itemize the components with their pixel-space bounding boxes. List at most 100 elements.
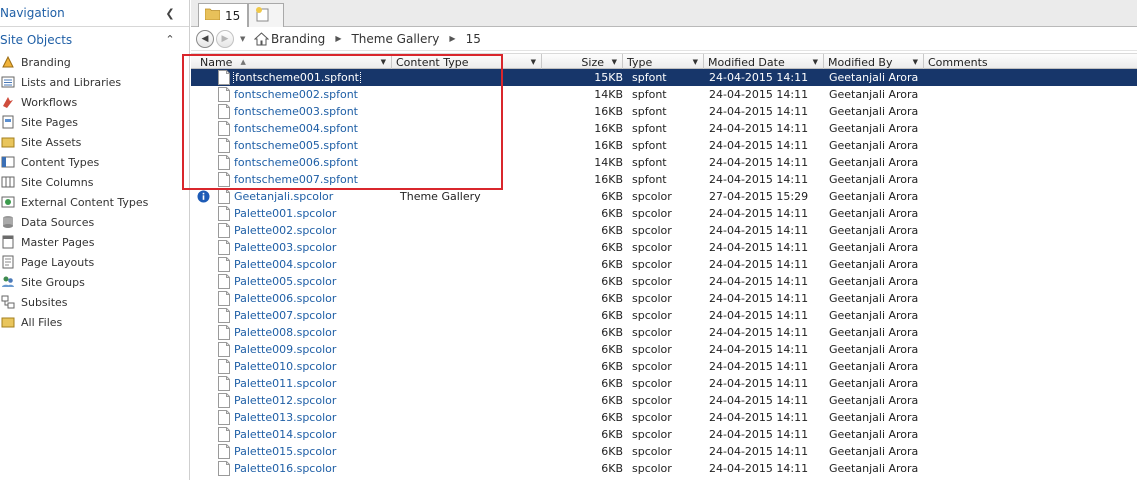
file-name-link[interactable]: fontscheme001.spfont <box>233 71 361 84</box>
sidebar-item-site-columns[interactable]: Site Columns <box>0 172 189 192</box>
breadcrumb-15[interactable]: 15 <box>466 32 481 46</box>
file-name-link[interactable]: Palette009.spcolor <box>233 343 337 356</box>
file-name: fontscheme004.spfont <box>233 122 399 135</box>
column-header-content-type[interactable]: Content Type ▼ <box>392 54 542 70</box>
file-name-link[interactable]: Palette004.spcolor <box>233 258 337 271</box>
column-header-modified-by[interactable]: Modified By ▼ <box>824 54 924 70</box>
table-row[interactable]: Palette004.spcolor 6KB spcolor 24-04-2015 1… <box>191 256 1137 273</box>
file-name-link[interactable]: Palette016.spcolor <box>233 462 337 475</box>
table-row[interactable]: fontscheme002.spfont 14KB spfont 24-04-2015… <box>191 86 1137 103</box>
column-header-size[interactable]: Size ▼ <box>542 54 623 70</box>
table-row[interactable]: Palette006.spcolor 6KB spcolor 24-04-2015 1… <box>191 290 1137 307</box>
file-name: Palette006.spcolor <box>233 292 399 305</box>
type-cell: spfont <box>632 122 667 135</box>
column-header-comments[interactable]: Comments <box>924 54 1137 70</box>
collapse-navigation-chevron-left-icon[interactable]: ❮ <box>163 6 177 20</box>
file-name-link[interactable]: Palette003.spcolor <box>233 241 337 254</box>
filter-dropdown-icon[interactable]: ▼ <box>381 58 386 66</box>
table-row[interactable]: Geetanjali.spcolor Theme Gallery 6KB spcolo… <box>191 188 1137 205</box>
collapse-site-objects-chevron-up-icon[interactable]: ⌃ <box>163 33 177 47</box>
file-name-link[interactable]: Palette002.spcolor <box>233 224 337 237</box>
table-row[interactable]: Palette014.spcolor 6KB spcolor 24-04-2015 1… <box>191 426 1137 443</box>
filter-dropdown-icon[interactable]: ▼ <box>813 58 818 66</box>
file-name-link[interactable]: fontscheme003.spfont <box>233 105 359 118</box>
table-row[interactable]: Palette015.spcolor 6KB spcolor 24-04-2015 1… <box>191 443 1137 460</box>
size-cell: 6KB <box>601 326 623 339</box>
sidebar-item-all-files[interactable]: All Files <box>0 312 189 332</box>
table-row[interactable]: Palette008.spcolor 6KB spcolor 24-04-2015 1… <box>191 324 1137 341</box>
table-row[interactable]: fontscheme007.spfont 16KB spfont 24-04-2015… <box>191 171 1137 188</box>
table-row[interactable]: Palette012.spcolor 6KB spcolor 24-04-2015 1… <box>191 392 1137 409</box>
breadcrumb: ◀ ▶ ▼ Branding ▶ Theme Gallery ▶ 15 <box>191 27 1137 51</box>
filter-dropdown-icon[interactable]: ▼ <box>693 58 698 66</box>
file-name-link[interactable]: Palette013.spcolor <box>233 411 337 424</box>
folder-icon <box>204 8 221 23</box>
column-header-type[interactable]: Type ▼ <box>623 54 704 70</box>
file-name-link[interactable]: Palette007.spcolor <box>233 309 337 322</box>
sidebar-item-master-pages[interactable]: Master Pages <box>0 232 189 252</box>
table-row[interactable]: fontscheme004.spfont 16KB spfont 24-04-2015… <box>191 120 1137 137</box>
file-name-link[interactable]: Geetanjali.spcolor <box>233 190 334 203</box>
breadcrumb-separator-icon[interactable]: ▶ <box>335 34 341 43</box>
table-row[interactable]: Palette005.spcolor 6KB spcolor 24-04-2015 1… <box>191 273 1137 290</box>
table-row[interactable]: fontscheme006.spfont 14KB spfont 24-04-2015… <box>191 154 1137 171</box>
file-name-link[interactable]: Palette005.spcolor <box>233 275 337 288</box>
table-row[interactable]: fontscheme005.spfont 16KB spfont 24-04-2015… <box>191 137 1137 154</box>
sidebar-item-workflows[interactable]: Workflows <box>0 92 189 112</box>
file-name-link[interactable]: Palette014.spcolor <box>233 428 337 441</box>
sidebar-item-site-assets[interactable]: Site Assets <box>0 132 189 152</box>
table-row[interactable]: Palette001.spcolor 6KB spcolor 24-04-2015 1… <box>191 205 1137 222</box>
sidebar-item-data-sources[interactable]: Data Sources <box>0 212 189 232</box>
forward-icon[interactable]: ▶ <box>216 29 234 48</box>
sidebar-item-branding[interactable]: Branding <box>0 52 189 72</box>
filter-dropdown-icon[interactable]: ▼ <box>913 58 918 66</box>
table-row[interactable]: fontscheme001.spfont 15KB spfont 24-04-2015… <box>191 69 1137 86</box>
filter-dropdown-icon[interactable]: ▼ <box>531 58 536 66</box>
file-name-link[interactable]: Palette015.spcolor <box>233 445 337 458</box>
sidebar-item-external-content-types[interactable]: External Content Types <box>0 192 189 212</box>
new-tab[interactable] <box>248 3 284 27</box>
file-name-link[interactable]: Palette006.spcolor <box>233 292 337 305</box>
table-row[interactable]: fontscheme003.spfont 16KB spfont 24-04-2015… <box>191 103 1137 120</box>
file-name-link[interactable]: Palette008.spcolor <box>233 326 337 339</box>
file-name-link[interactable]: Palette001.spcolor <box>233 207 337 220</box>
breadcrumb-separator-icon[interactable]: ▶ <box>449 34 455 43</box>
file-name-link[interactable]: fontscheme004.spfont <box>233 122 359 135</box>
tab-15[interactable]: 15 <box>198 3 248 27</box>
sidebar-item-page-layouts[interactable]: Page Layouts <box>0 252 189 272</box>
size-cell: 6KB <box>601 428 623 441</box>
file-name-link[interactable]: fontscheme005.spfont <box>233 139 359 152</box>
filter-dropdown-icon[interactable]: ▼ <box>612 58 617 66</box>
sidebar-item-label: All Files <box>21 315 63 329</box>
site-objects-header[interactable]: Site Objects ⌃ <box>0 27 189 52</box>
table-row[interactable]: Palette009.spcolor 6KB spcolor 24-04-2015 1… <box>191 341 1137 358</box>
file-name-link[interactable]: Palette012.spcolor <box>233 394 337 407</box>
file-name-link[interactable]: fontscheme006.spfont <box>233 156 359 169</box>
sidebar-item-lists-and-libraries[interactable]: Lists and Libraries <box>0 72 189 92</box>
file-name-link[interactable]: Palette010.spcolor <box>233 360 337 373</box>
sidebar-item-site-groups[interactable]: Site Groups <box>0 272 189 292</box>
row-icon-cell <box>191 86 233 103</box>
file-name-link[interactable]: fontscheme007.spfont <box>233 173 359 186</box>
table-row[interactable]: Palette016.spcolor 6KB spcolor 24-04-2015 1… <box>191 460 1137 477</box>
file-name-link[interactable]: Palette011.spcolor <box>233 377 337 390</box>
breadcrumb-theme-gallery[interactable]: Theme Gallery <box>351 32 439 46</box>
table-row[interactable]: Palette003.spcolor 6KB spcolor 24-04-2015 1… <box>191 239 1137 256</box>
table-row[interactable]: Palette002.spcolor 6KB spcolor 24-04-2015 1… <box>191 222 1137 239</box>
sort-ascending-icon: ▲ <box>240 58 246 66</box>
table-row[interactable]: Palette011.spcolor 6KB spcolor 24-04-2015 1… <box>191 375 1137 392</box>
column-header-name[interactable]: Name ▲ ▼ <box>191 54 392 70</box>
history-dropdown-icon[interactable]: ▼ <box>240 35 250 43</box>
file-name-link[interactable]: fontscheme002.spfont <box>233 88 359 101</box>
sidebar-item-subsites[interactable]: Subsites <box>0 292 189 312</box>
column-header-modified-date[interactable]: Modified Date ▼ <box>704 54 824 70</box>
sidebar-item-site-pages[interactable]: Site Pages <box>0 112 189 132</box>
breadcrumb-branding[interactable]: Branding <box>271 32 325 46</box>
table-row[interactable]: Palette010.spcolor 6KB spcolor 24-04-2015 1… <box>191 358 1137 375</box>
back-icon[interactable]: ◀ <box>196 29 214 48</box>
home-icon[interactable] <box>254 31 269 46</box>
table-row[interactable]: Palette013.spcolor 6KB spcolor 24-04-2015 1… <box>191 409 1137 426</box>
sidebar-item-content-types[interactable]: Content Types <box>0 152 189 172</box>
file-name: fontscheme005.spfont <box>233 139 399 152</box>
table-row[interactable]: Palette007.spcolor 6KB spcolor 24-04-2015 1… <box>191 307 1137 324</box>
